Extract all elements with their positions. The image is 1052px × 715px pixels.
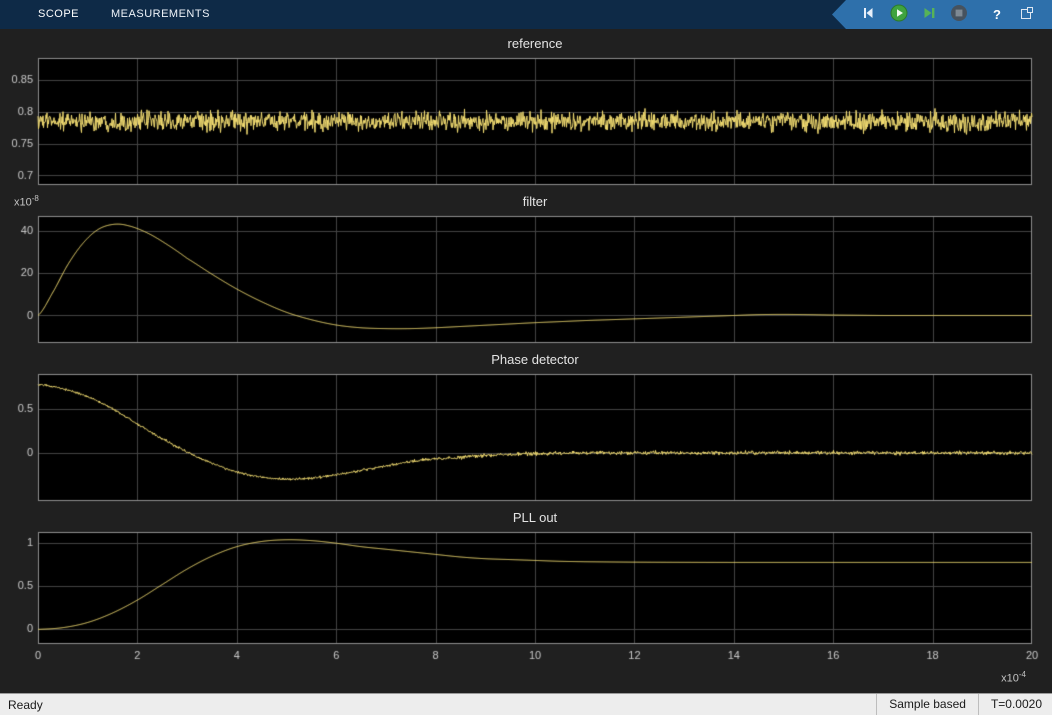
status-sample-mode: Sample based [876, 694, 978, 715]
toolstrip: SCOPE MEASUREMENTS [0, 0, 1052, 29]
phase-detector-plot-canvas[interactable] [0, 370, 1052, 507]
popout-icon [1019, 5, 1035, 24]
status-sim-time: T=0.0020 [978, 694, 1052, 715]
scope-window: SCOPE MEASUREMENTS [0, 0, 1052, 715]
chart-title-filter: filter [38, 191, 1032, 212]
toolstrip-spacer [226, 0, 832, 29]
step-back-icon [861, 5, 877, 24]
chart-title-reference: reference [38, 33, 1032, 54]
step-back-button[interactable] [856, 3, 882, 27]
chart-title-pll-out: PLL out [38, 507, 1032, 528]
reference-plot-canvas[interactable] [0, 54, 1052, 191]
status-bar: Ready Sample based T=0.0020 [0, 693, 1052, 715]
stop-icon [950, 4, 968, 25]
run-icon [890, 4, 908, 25]
pll-out-plot-canvas[interactable] [0, 528, 1052, 693]
help-button[interactable]: ? [984, 3, 1010, 27]
simulation-controls-banner: ? [832, 0, 1052, 29]
status-ready: Ready [0, 698, 876, 712]
toolstrip-tabs: SCOPE MEASUREMENTS [0, 0, 226, 29]
plot-area: reference filter x10-8 Phase detector PL… [0, 29, 1052, 693]
popout-button[interactable] [1014, 3, 1040, 27]
chart-block-reference: reference [0, 33, 1052, 191]
chart-block-phase-detector: Phase detector [0, 349, 1052, 507]
tab-measurements[interactable]: MEASUREMENTS [95, 0, 226, 29]
chart-title-phase-detector: Phase detector [38, 349, 1032, 370]
x-axis-scale-label: x10-4 [1001, 670, 1026, 685]
stop-button[interactable] [946, 3, 972, 27]
chart-block-filter: filter x10-8 [0, 191, 1052, 349]
step-forward-button[interactable] [916, 3, 942, 27]
run-button[interactable] [886, 3, 912, 27]
chart-block-pll-out: PLL out x10-4 [0, 507, 1052, 693]
tab-scope[interactable]: SCOPE [22, 0, 95, 29]
help-icon: ? [993, 7, 1001, 22]
step-forward-icon [921, 5, 937, 24]
filter-plot-canvas[interactable] [0, 212, 1052, 349]
filter-y-scale-label: x10-8 [14, 194, 39, 209]
